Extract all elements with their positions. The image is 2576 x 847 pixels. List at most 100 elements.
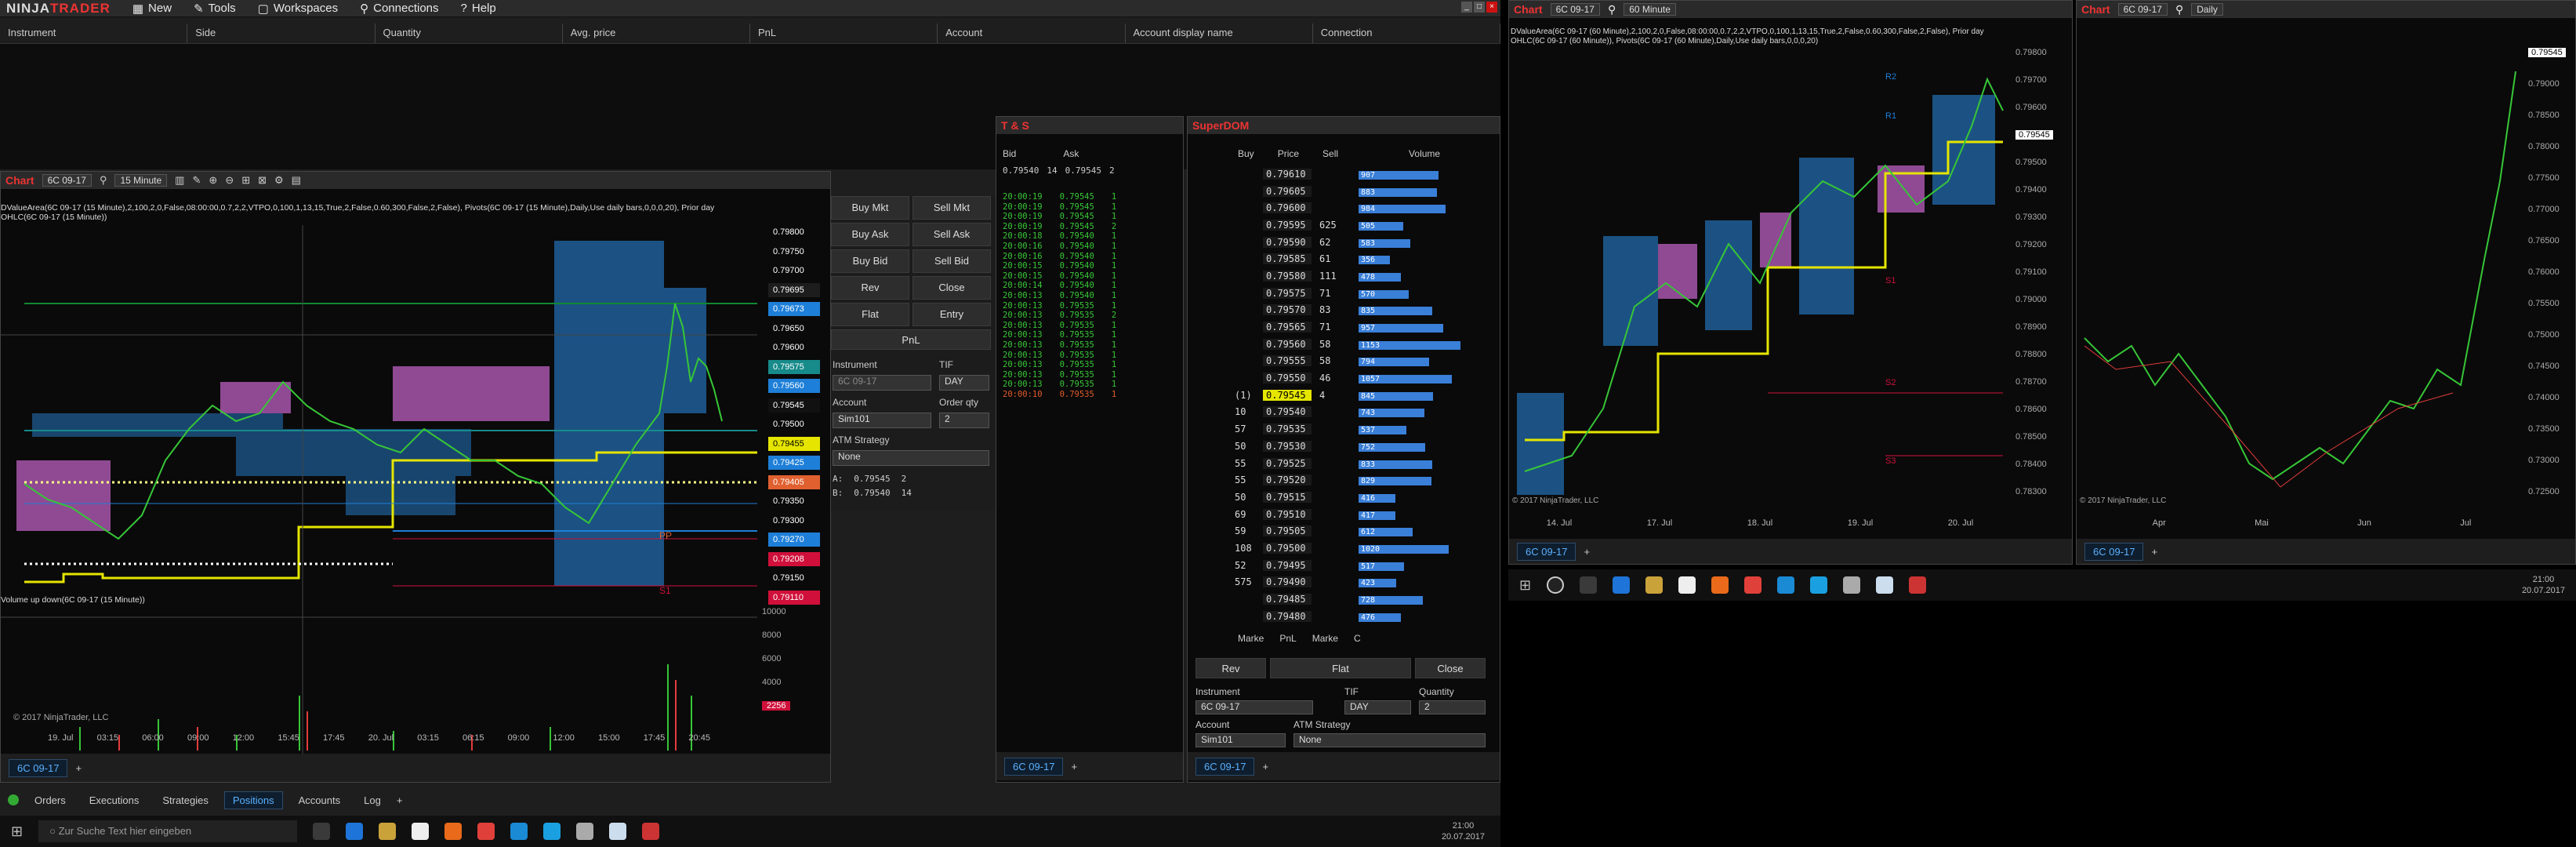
dom-row[interactable]: 52 0.79495 517 [1235,557,1470,574]
edge-icon[interactable] [346,823,364,840]
taskbar-search[interactable]: ○ Zur Suche Text hier eingeben [38,820,298,842]
chrome-icon[interactable] [1744,576,1762,594]
sell-ask-button[interactable]: Sell Ask [912,223,991,246]
chart-3-canvas[interactable] [2077,24,2523,511]
chart-tab[interactable]: 6C 09-17 [9,758,68,777]
minimize-button[interactable]: _ [1461,2,1472,13]
menu-new[interactable]: ▦ New [132,2,172,16]
dom-row[interactable]: 50 0.79530 752 [1235,438,1470,455]
store-icon[interactable] [412,823,430,840]
dom-buy-cell[interactable]: 59 [1235,525,1263,536]
zoom-out-icon[interactable]: ⊖ [225,174,234,187]
notepad-icon[interactable] [1876,576,1894,594]
flat-button[interactable]: Flat [831,303,909,326]
add-tab-icon[interactable]: + [75,762,82,774]
dom-row[interactable]: 0.79480 476 [1235,608,1470,625]
menu-help[interactable]: ? Help [461,2,496,15]
dom-row[interactable]: 55 0.79520 829 [1235,471,1470,489]
dom-row[interactable]: 10 0.79540 743 [1235,404,1470,421]
add-tab-icon[interactable]: + [2151,546,2157,558]
dom-sell-cell[interactable]: 58 [1312,339,1359,350]
dom-tif-selector[interactable]: DAY [1344,700,1411,714]
chart-3-interval-selector[interactable]: Daily [2191,3,2223,16]
search-icon[interactable]: ⚲ [100,174,107,187]
store-icon[interactable] [1678,576,1696,594]
zoom-in-icon[interactable]: ⊕ [209,174,217,187]
dom-row[interactable]: (1) 0.79545 4 845 [1235,387,1470,404]
chart-2-tab[interactable]: 6C 09-17 [1517,542,1576,561]
col-instrument[interactable]: Instrument [0,24,188,43]
chart-1-canvas[interactable]: PP S1 [1,225,832,783]
close-button[interactable]: × [1486,2,1497,13]
dom-row[interactable]: 0.79595 625 505 [1235,216,1470,234]
interval-selector[interactable]: 15 Minute [114,174,168,187]
dom-sell-cell[interactable]: 71 [1312,322,1359,333]
templates-icon[interactable]: ▤ [292,174,301,187]
entry-button[interactable]: Entry [912,303,991,326]
dom-row[interactable]: 59 0.79505 612 [1235,522,1470,540]
dom-buy-cell[interactable]: 57 [1235,424,1263,434]
dom-buy-cell[interactable]: 50 [1235,492,1263,503]
search-icon[interactable]: ⚲ [1608,3,1616,16]
tab-orders[interactable]: Orders [27,792,74,809]
menu-workspaces[interactable]: ▢ Workspaces [258,2,338,16]
dom-buy-cell[interactable]: 55 [1235,474,1263,485]
chart-3-instrument-selector[interactable]: 6C 09-17 [2117,3,2168,16]
dom-row[interactable]: 0.79580 111 478 [1235,267,1470,285]
ninjatrader-icon[interactable] [1909,576,1927,594]
app-icon[interactable] [1843,576,1861,594]
dom-instrument-selector[interactable]: 6C 09-17 [1195,700,1313,714]
buy-ask-button[interactable]: Buy Ask [831,223,909,246]
col-avg-price[interactable]: Avg. price [563,24,750,43]
chart-2-instrument-selector[interactable]: 6C 09-17 [1550,3,1600,16]
col-connection[interactable]: Connection [1313,24,1500,43]
col-account[interactable]: Account [938,24,1126,43]
instrument-selector[interactable]: 6C 09-17 [833,375,931,391]
strategies-icon[interactable]: ⚙ [274,174,284,187]
explorer-icon[interactable] [379,823,397,840]
task-view-icon[interactable] [1580,576,1598,594]
sell-mkt-button[interactable]: Sell Mkt [912,196,991,220]
dom-row[interactable]: 0.79555 58 794 [1235,353,1470,370]
windows-start-icon[interactable]: ⊞ [1519,577,1531,594]
ts-tab[interactable]: 6C 09-17 [1004,757,1064,776]
dom-row[interactable]: 55 0.79525 833 [1235,455,1470,472]
maximize-button[interactable]: □ [1474,2,1485,13]
dom-sell-cell[interactable]: 46 [1312,373,1359,384]
app-icon[interactable] [576,823,594,840]
col-pnl[interactable]: PnL [750,24,938,43]
dom-buy-cell[interactable]: 575 [1235,576,1263,587]
dom-sell-cell[interactable]: 62 [1312,237,1359,248]
dom-buy-cell[interactable]: 69 [1235,509,1263,520]
search-icon[interactable]: ⚲ [2175,3,2183,16]
add-tab-icon[interactable]: + [1584,546,1590,558]
add-tab-icon[interactable]: + [1071,761,1077,772]
dom-row[interactable]: 50 0.79515 416 [1235,489,1470,506]
dom-row[interactable]: 0.79485 728 [1235,591,1470,608]
teamviewer-icon[interactable] [1777,576,1795,594]
add-tab-icon[interactable]: + [397,794,403,806]
ninjatrader-icon[interactable] [642,823,660,840]
menu-connections[interactable]: ⚲ Connections [360,2,438,16]
col-side[interactable]: Side [187,24,376,43]
dom-buy-cell[interactable]: 108 [1235,543,1263,554]
tab-executions[interactable]: Executions [82,792,147,809]
chart-3-tab[interactable]: 6C 09-17 [2084,542,2144,561]
dom-row[interactable]: 108 0.79500 1020 [1235,540,1470,557]
taskbar-right-clock[interactable]: 21:00 20.07.2017 [2522,574,2565,596]
dom-sell-cell[interactable]: 58 [1312,355,1359,366]
dom-atm-selector[interactable]: None [1293,733,1486,747]
dom-buy-cell[interactable]: 10 [1235,406,1263,417]
cortana-icon[interactable] [1547,576,1565,594]
instrument-selector[interactable]: 6C 09-17 [42,174,92,187]
buy-mkt-button[interactable]: Buy Mkt [831,196,909,220]
dom-row[interactable]: 0.79570 83 835 [1235,302,1470,319]
dom-row[interactable]: 0.79565 71 957 [1235,318,1470,336]
skype-icon[interactable] [1810,576,1828,594]
dom-buy-cell[interactable]: 55 [1235,458,1263,469]
dom-sell-cell[interactable]: 111 [1312,271,1359,282]
dom-row[interactable]: 575 0.79490 423 [1235,574,1470,591]
properties-icon[interactable]: ⊞ [241,174,250,187]
tab-strategies[interactable]: Strategies [154,792,216,809]
add-tab-icon[interactable]: + [1262,761,1268,772]
